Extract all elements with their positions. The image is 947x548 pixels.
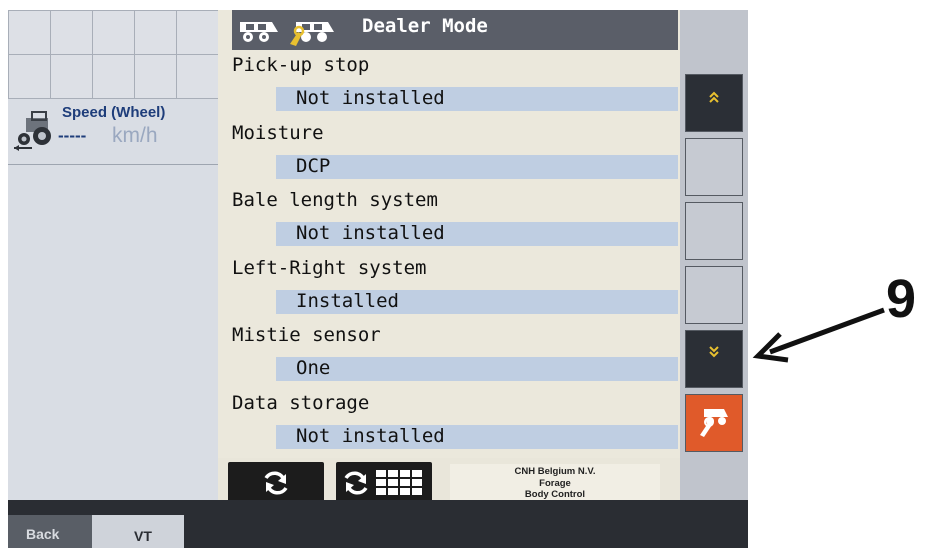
tractor-icon (14, 111, 51, 151)
setting-value-field[interactable]: Not installed (276, 87, 678, 111)
setting-label: Pick-up stop (232, 54, 370, 76)
setting-bale-length-system[interactable]: Bale length system Not installed (232, 187, 678, 255)
setting-value: One (296, 357, 331, 379)
setting-value: DCP (296, 154, 331, 177)
baler-wrench-icon (700, 409, 728, 437)
page-title: Dealer Mode (362, 15, 488, 37)
setting-moisture[interactable]: Moisture DCP (232, 120, 678, 188)
setting-value-field[interactable]: DCP (276, 154, 678, 179)
setting-pick-up-stop[interactable]: Pick-up stop Not installed (232, 52, 678, 120)
setting-value-field[interactable]: Not installed (276, 424, 678, 449)
speed-label: Speed (Wheel) (62, 104, 166, 121)
setting-label: Data storage (232, 391, 370, 414)
setting-label: Mistie sensor (232, 324, 381, 346)
vt-label: VT (134, 528, 152, 544)
scroll-down-icon (709, 346, 719, 358)
baler-settings-button[interactable] (685, 394, 743, 452)
softkey-column (680, 10, 748, 515)
company-module: Body Control (524, 489, 586, 500)
softkey-2[interactable] (685, 138, 743, 196)
softkey-4[interactable] (685, 266, 743, 324)
setting-value: Installed (296, 289, 399, 312)
refresh-icon (264, 471, 288, 495)
setting-label: Left-Right system (232, 256, 427, 279)
vt-tab[interactable]: VT (92, 515, 184, 548)
dealer-mode-panel: Dealer Mode Pick-up stop Not installed M… (218, 10, 680, 515)
setting-data-storage[interactable]: Data storage Not installed (232, 390, 678, 458)
settings-list: Pick-up stop Not installed Moisture DCP … (232, 52, 678, 457)
back-tab[interactable]: Back (8, 515, 92, 548)
setting-left-right-system[interactable]: Left-Right system Installed (232, 255, 678, 323)
callout-arrow-icon (752, 307, 885, 363)
speed-value: ----- (58, 126, 87, 145)
speed-widget: Speed (Wheel) ----- km/h (8, 100, 218, 165)
setting-value-field[interactable]: One (276, 357, 678, 381)
scroll-down-button[interactable] (685, 330, 743, 388)
company-name: CNH Belgium N.V. (514, 466, 596, 477)
scroll-up-icon (709, 91, 719, 103)
speed-unit: km/h (112, 124, 158, 147)
setting-value: Not installed (296, 87, 445, 109)
refresh-button[interactable] (228, 462, 324, 504)
setting-label: Moisture (232, 121, 324, 144)
scroll-up-button[interactable] (685, 74, 743, 132)
company-division: Forage (539, 477, 571, 489)
setting-value-field[interactable]: Installed (276, 289, 678, 314)
setting-value: Not installed (296, 222, 445, 244)
setting-value-field[interactable]: Not installed (276, 222, 678, 246)
terminal-screen: Speed (Wheel) ----- km/h Dealer Mode Pic… (8, 10, 748, 548)
title-bar: Dealer Mode (232, 10, 678, 50)
setting-label: Bale length system (232, 189, 438, 211)
setting-value: Not installed (296, 424, 445, 447)
back-label: Back (26, 526, 60, 542)
left-panel: Speed (Wheel) ----- km/h (8, 10, 218, 500)
empty-widget-grid (8, 10, 218, 99)
refresh-layout-button[interactable] (336, 462, 432, 504)
callout-number: 9 (886, 269, 917, 329)
setting-mistie-sensor[interactable]: Mistie sensor One (232, 322, 678, 390)
baler-icon (240, 22, 278, 42)
baler-wrench-icon (290, 22, 334, 46)
softkey-3[interactable] (685, 202, 743, 260)
refresh-grid-icon (344, 470, 422, 495)
